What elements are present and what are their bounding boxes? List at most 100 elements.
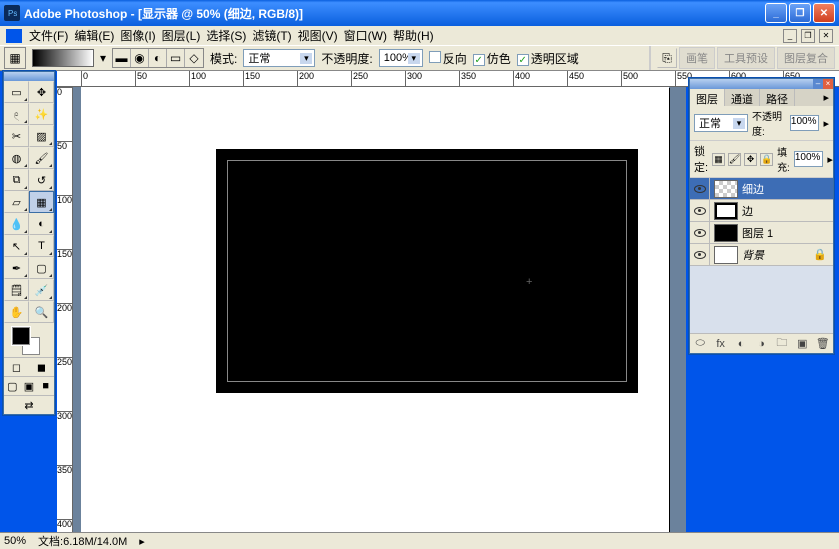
transparency-checkbox[interactable]: ✓透明区域 — [517, 50, 579, 67]
layer-thumbnail[interactable] — [714, 246, 738, 264]
path-select-tool[interactable]: ↖ — [4, 235, 29, 257]
lock-pixels-icon[interactable]: ▦ — [712, 153, 725, 166]
dither-checkbox[interactable]: ✓仿色 — [473, 50, 511, 67]
panel-header[interactable]: – × — [690, 79, 833, 89]
notes-tool[interactable]: 🗒 — [4, 279, 29, 301]
menu-file[interactable]: 文件(F) — [26, 25, 71, 46]
visibility-eye-icon[interactable] — [694, 229, 706, 237]
marquee-tool[interactable]: ▭ — [4, 81, 29, 103]
zoom-level[interactable]: 50% — [4, 535, 26, 547]
tab-layers[interactable]: 图层 — [690, 89, 725, 106]
move-tool[interactable]: ✥ — [29, 81, 54, 103]
lasso-tool[interactable]: 𓏲 — [4, 103, 29, 125]
stamp-tool[interactable]: ⧉ — [4, 169, 29, 191]
gradient-reflected-icon[interactable]: ▭ — [167, 49, 185, 67]
mdi-restore-button[interactable]: ❐ — [801, 29, 815, 43]
visibility-eye-icon[interactable] — [694, 185, 706, 193]
palette-well-icon[interactable]: ⎘ — [657, 48, 677, 68]
jump-to-imageready-icon[interactable]: ⇄ — [4, 396, 54, 414]
magic-wand-tool[interactable]: ✨ — [29, 103, 54, 125]
layer-opacity-input[interactable]: 100% — [790, 115, 820, 131]
adjustment-layer-icon[interactable]: ◑ — [751, 338, 771, 350]
new-layer-icon[interactable]: ▣ — [792, 337, 812, 350]
fill-flyout-icon[interactable]: ▸ — [827, 153, 833, 166]
document-canvas[interactable]: + — [81, 87, 669, 533]
layer-thumbnail[interactable] — [714, 224, 738, 242]
canvas-area[interactable]: + — [73, 87, 686, 532]
pen-tool[interactable]: ✒ — [4, 257, 29, 279]
layer-blend-mode-select[interactable]: 正常 — [694, 114, 748, 132]
layer-thumbnail[interactable] — [714, 180, 738, 198]
mdi-close-button[interactable]: ✕ — [819, 29, 833, 43]
document-size[interactable]: 文档:6.18M/14.0M — [38, 533, 127, 549]
link-layers-icon[interactable]: ⬭ — [690, 337, 710, 350]
lock-paint-icon[interactable]: 🖌 — [728, 153, 741, 166]
healing-brush-tool[interactable]: ◍ — [4, 147, 29, 169]
menu-view[interactable]: 视图(V) — [295, 25, 341, 46]
panel-menu-icon[interactable]: ▸ — [819, 89, 833, 106]
layer-row[interactable]: 图层 1 — [690, 222, 833, 244]
gradient-tool[interactable]: ▦ — [29, 191, 54, 213]
layer-mask-icon[interactable]: ◐ — [731, 338, 751, 350]
panel-close-icon[interactable]: × — [823, 79, 833, 89]
visibility-eye-icon[interactable] — [694, 207, 706, 215]
layer-name[interactable]: 背景 — [742, 247, 764, 263]
eyedropper-tool[interactable]: 💉 — [29, 279, 54, 301]
tab-channels[interactable]: 通道 — [725, 89, 760, 106]
lock-position-icon[interactable]: ✥ — [744, 153, 757, 166]
brush-tool[interactable]: 🖌 — [29, 147, 54, 169]
eraser-tool[interactable]: ▱ — [4, 191, 29, 213]
layer-style-icon[interactable]: fx — [710, 338, 730, 350]
type-tool[interactable]: T — [29, 235, 54, 257]
gradient-swatch-arrow[interactable]: ▾ — [100, 51, 106, 65]
menu-filter[interactable]: 滤镜(T) — [249, 25, 294, 46]
current-tool-icon[interactable]: ▦ — [4, 47, 26, 69]
screen-mode-full-icon[interactable]: ■ — [37, 377, 54, 395]
blend-mode-select[interactable]: 正常 — [243, 49, 315, 67]
status-flyout-icon[interactable]: ▸ — [139, 535, 145, 548]
menu-layer[interactable]: 图层(L) — [159, 25, 204, 46]
reverse-checkbox[interactable]: 反向 — [429, 50, 467, 67]
dock-tab-comps[interactable]: 图层复合 — [777, 47, 835, 69]
layer-row[interactable]: 细边 — [690, 178, 833, 200]
tab-paths[interactable]: 路径 — [760, 89, 795, 106]
menu-help[interactable]: 帮助(H) — [390, 25, 437, 46]
layer-thumbnail[interactable] — [714, 202, 738, 220]
gradient-angle-icon[interactable]: ◐ — [149, 49, 167, 67]
layer-name[interactable]: 边 — [742, 203, 753, 219]
dodge-tool[interactable]: ◐ — [29, 213, 54, 235]
menu-edit[interactable]: 编辑(E) — [71, 25, 117, 46]
zoom-tool[interactable]: 🔍 — [29, 301, 54, 323]
maximize-button[interactable]: ❐ — [789, 3, 811, 23]
layer-fill-input[interactable]: 100% — [794, 151, 824, 167]
foreground-color-swatch[interactable] — [12, 327, 30, 345]
hand-tool[interactable]: ✋ — [4, 301, 29, 323]
history-brush-tool[interactable]: ↺ — [29, 169, 54, 191]
panel-minimize-icon[interactable]: – — [813, 79, 823, 89]
layer-name[interactable]: 细边 — [742, 181, 764, 197]
shape-tool[interactable]: ▢ — [29, 257, 54, 279]
layer-row[interactable]: 边 — [690, 200, 833, 222]
mdi-minimize-button[interactable]: _ — [783, 29, 797, 43]
app-menu-icon[interactable] — [6, 29, 22, 43]
crop-tool[interactable]: ✂ — [4, 125, 29, 147]
opacity-input[interactable]: 100% — [379, 49, 423, 67]
slice-tool[interactable]: ▨ — [29, 125, 54, 147]
screen-mode-standard-icon[interactable]: ▢ — [4, 377, 21, 395]
gradient-radial-icon[interactable]: ◉ — [131, 49, 149, 67]
dock-tab-presets[interactable]: 工具预设 — [717, 47, 775, 69]
standard-mode-icon[interactable]: ◻ — [4, 358, 29, 376]
layer-group-icon[interactable]: 🗀 — [772, 334, 792, 353]
delete-layer-icon[interactable]: 🗑 — [813, 337, 833, 350]
minimize-button[interactable]: _ — [765, 3, 787, 23]
gradient-swatch[interactable] — [32, 49, 94, 67]
gradient-diamond-icon[interactable]: ◇ — [185, 49, 203, 67]
close-button[interactable]: ✕ — [813, 3, 835, 23]
blur-tool[interactable]: 💧 — [4, 213, 29, 235]
menu-window[interactable]: 窗口(W) — [341, 25, 390, 46]
visibility-eye-icon[interactable] — [694, 251, 706, 259]
screen-mode-full-menu-icon[interactable]: ▣ — [21, 377, 38, 395]
menu-image[interactable]: 图像(I) — [117, 25, 158, 46]
dock-tab-brushes[interactable]: 画笔 — [679, 47, 715, 69]
toolbox-gripper[interactable] — [4, 72, 54, 81]
